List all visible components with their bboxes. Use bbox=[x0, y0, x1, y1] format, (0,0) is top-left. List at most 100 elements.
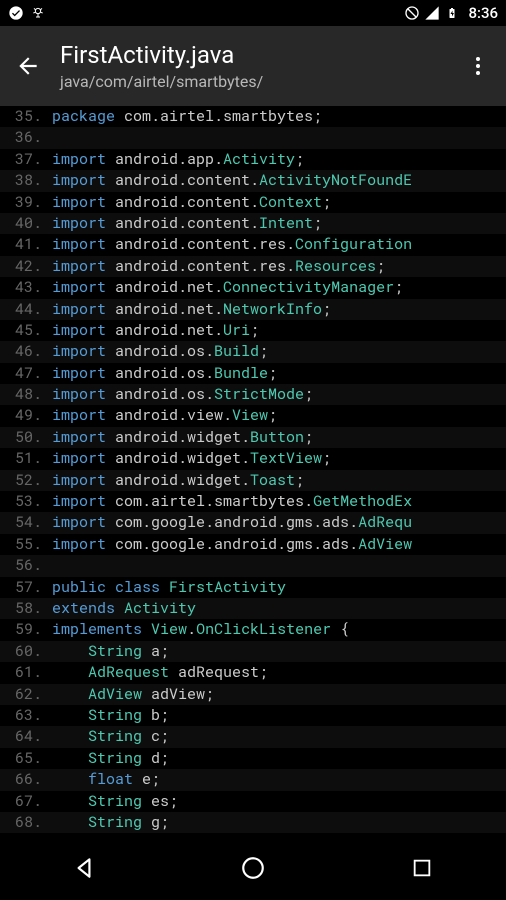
code-line[interactable]: 58.extends Activity bbox=[0, 598, 506, 619]
code-line[interactable]: 60. String a; bbox=[0, 641, 506, 662]
page-subtitle: java/com/airtel/smartbytes/ bbox=[60, 72, 464, 91]
code-line[interactable]: 61. AdRequest adRequest; bbox=[0, 662, 506, 683]
code-content[interactable]: implements View.OnClickListener { bbox=[52, 619, 349, 640]
code-line[interactable]: 37.import android.app.Activity; bbox=[0, 149, 506, 170]
code-content[interactable]: import android.widget.TextView; bbox=[52, 448, 331, 469]
line-number: 38. bbox=[0, 170, 52, 191]
code-content[interactable]: import android.content.Context; bbox=[52, 192, 331, 213]
code-line[interactable]: 39.import android.content.Context; bbox=[0, 192, 506, 213]
code-line[interactable]: 43.import android.net.ConnectivityManage… bbox=[0, 277, 506, 298]
line-number: 53. bbox=[0, 491, 52, 512]
code-line[interactable]: 65. String d; bbox=[0, 748, 506, 769]
code-line[interactable]: 48.import android.os.StrictMode; bbox=[0, 384, 506, 405]
code-line[interactable]: 68. String g; bbox=[0, 812, 506, 833]
nav-back-button[interactable] bbox=[69, 853, 99, 883]
code-content[interactable]: String es; bbox=[52, 791, 178, 812]
code-line[interactable]: 66. float e; bbox=[0, 769, 506, 790]
code-line[interactable]: 59.implements View.OnClickListener { bbox=[0, 619, 506, 640]
code-content[interactable]: import android.os.StrictMode; bbox=[52, 384, 313, 405]
code-line[interactable]: 42.import android.content.res.Resources; bbox=[0, 256, 506, 277]
code-line[interactable]: 52.import android.widget.Toast; bbox=[0, 470, 506, 491]
code-content[interactable]: import android.net.Uri; bbox=[52, 320, 259, 341]
code-content[interactable]: import android.content.res.Configuration bbox=[52, 234, 412, 255]
code-content[interactable]: package com.airtel.smartbytes; bbox=[52, 106, 322, 127]
line-number: 35. bbox=[0, 106, 52, 127]
line-number: 51. bbox=[0, 448, 52, 469]
code-line[interactable]: 36. bbox=[0, 127, 506, 148]
code-content[interactable]: import android.content.ActivityNotFoundE bbox=[52, 170, 412, 191]
code-content[interactable]: String a; bbox=[52, 641, 169, 662]
code-content[interactable]: AdRequest adRequest; bbox=[52, 662, 268, 683]
code-content[interactable]: import com.airtel.smartbytes.GetMethodEx bbox=[52, 491, 412, 512]
code-content[interactable]: String d; bbox=[52, 748, 169, 769]
android-debug-icon bbox=[30, 5, 46, 21]
code-line[interactable]: 44.import android.net.NetworkInfo; bbox=[0, 299, 506, 320]
code-content[interactable]: import android.content.Intent; bbox=[52, 213, 322, 234]
code-content[interactable]: import android.widget.Toast; bbox=[52, 470, 304, 491]
code-line[interactable]: 63. String b; bbox=[0, 705, 506, 726]
code-content[interactable]: import android.app.Activity; bbox=[52, 149, 304, 170]
line-number: 39. bbox=[0, 192, 52, 213]
line-number: 66. bbox=[0, 769, 52, 790]
code-content[interactable]: import android.view.View; bbox=[52, 405, 277, 426]
line-number: 36. bbox=[0, 127, 52, 148]
back-button[interactable] bbox=[14, 52, 42, 80]
line-number: 62. bbox=[0, 684, 52, 705]
code-line[interactable]: 35.package com.airtel.smartbytes; bbox=[0, 106, 506, 127]
code-line[interactable]: 54.import com.google.android.gms.ads.AdR… bbox=[0, 512, 506, 533]
code-line[interactable]: 53.import com.airtel.smartbytes.GetMetho… bbox=[0, 491, 506, 512]
code-line[interactable]: 51.import android.widget.TextView; bbox=[0, 448, 506, 469]
code-content[interactable]: import android.os.Bundle; bbox=[52, 363, 277, 384]
code-content[interactable]: import android.net.NetworkInfo; bbox=[52, 299, 331, 320]
line-number: 64. bbox=[0, 726, 52, 747]
code-content[interactable]: import android.os.Build; bbox=[52, 341, 268, 362]
code-content[interactable]: import android.net.ConnectivityManager; bbox=[52, 277, 403, 298]
line-number: 50. bbox=[0, 427, 52, 448]
line-number: 60. bbox=[0, 641, 52, 662]
line-number: 41. bbox=[0, 234, 52, 255]
line-number: 56. bbox=[0, 555, 52, 576]
code-line[interactable]: 38.import android.content.ActivityNotFou… bbox=[0, 170, 506, 191]
code-line[interactable]: 50.import android.widget.Button; bbox=[0, 427, 506, 448]
code-line[interactable]: 55.import com.google.android.gms.ads.AdV… bbox=[0, 534, 506, 555]
code-content[interactable]: extends Activity bbox=[52, 598, 196, 619]
code-content[interactable]: String b; bbox=[52, 705, 169, 726]
code-line[interactable]: 56. bbox=[0, 555, 506, 576]
code-line[interactable]: 47.import android.os.Bundle; bbox=[0, 363, 506, 384]
nav-home-button[interactable] bbox=[238, 853, 268, 883]
code-content[interactable]: import android.widget.Button; bbox=[52, 427, 313, 448]
battery-charging-icon bbox=[444, 5, 460, 21]
code-content[interactable]: AdView adView; bbox=[52, 684, 214, 705]
line-number: 58. bbox=[0, 598, 52, 619]
code-content[interactable]: import com.google.android.gms.ads.AdRequ bbox=[52, 512, 412, 533]
line-number: 49. bbox=[0, 405, 52, 426]
code-line[interactable]: 62. AdView adView; bbox=[0, 684, 506, 705]
code-content[interactable]: String c; bbox=[52, 726, 169, 747]
line-number: 37. bbox=[0, 149, 52, 170]
code-line[interactable]: 45.import android.net.Uri; bbox=[0, 320, 506, 341]
line-number: 61. bbox=[0, 662, 52, 683]
code-content[interactable]: String g; bbox=[52, 812, 169, 833]
code-line[interactable]: 64. String c; bbox=[0, 726, 506, 747]
nav-recent-button[interactable] bbox=[407, 853, 437, 883]
code-line[interactable]: 67. String es; bbox=[0, 791, 506, 812]
code-line[interactable]: 57.public class FirstActivity bbox=[0, 577, 506, 598]
code-content[interactable]: import com.google.android.gms.ads.AdView bbox=[52, 534, 412, 555]
code-line[interactable]: 41.import android.content.res.Configurat… bbox=[0, 234, 506, 255]
app-bar: FirstActivity.java java/com/airtel/smart… bbox=[0, 26, 506, 106]
no-sim-icon bbox=[404, 5, 420, 21]
line-number: 54. bbox=[0, 512, 52, 533]
line-number: 67. bbox=[0, 791, 52, 812]
check-circle-icon bbox=[8, 5, 24, 21]
line-number: 55. bbox=[0, 534, 52, 555]
line-number: 63. bbox=[0, 705, 52, 726]
code-line[interactable]: 40.import android.content.Intent; bbox=[0, 213, 506, 234]
line-number: 48. bbox=[0, 384, 52, 405]
code-content[interactable]: import android.content.res.Resources; bbox=[52, 256, 385, 277]
code-line[interactable]: 49.import android.view.View; bbox=[0, 405, 506, 426]
code-editor[interactable]: 35.package com.airtel.smartbytes;36.37.i… bbox=[0, 106, 506, 836]
code-content[interactable]: float e; bbox=[52, 769, 160, 790]
overflow-menu-button[interactable] bbox=[464, 52, 492, 80]
code-content[interactable]: public class FirstActivity bbox=[52, 577, 286, 598]
code-line[interactable]: 46.import android.os.Build; bbox=[0, 341, 506, 362]
